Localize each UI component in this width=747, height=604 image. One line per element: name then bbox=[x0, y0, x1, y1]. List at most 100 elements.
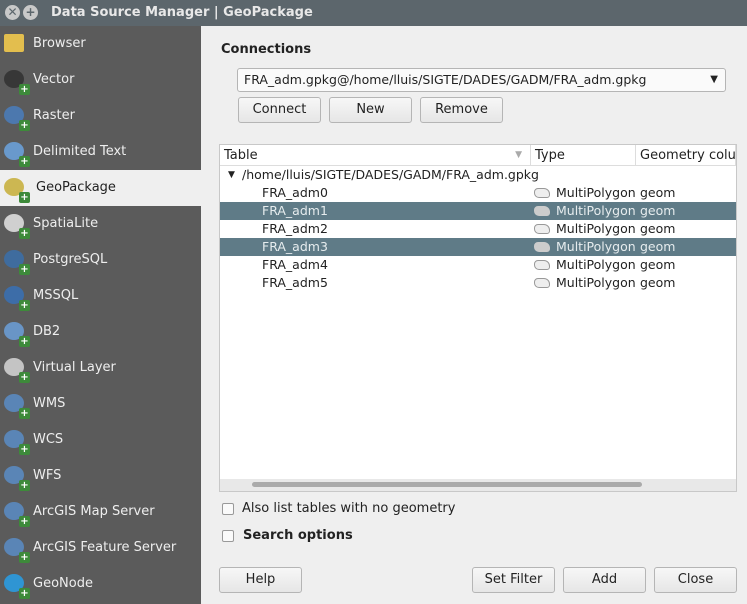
sidebar-item-label: GeoNode bbox=[33, 576, 93, 591]
title-bar: ✕ + Data Source Manager | GeoPackage bbox=[0, 0, 747, 26]
sidebar-item-label: WFS bbox=[33, 468, 62, 483]
geometry-type: MultiPolygon bbox=[556, 257, 636, 272]
sidebar-item-label: DB2 bbox=[33, 324, 61, 339]
search-options-label: Search options bbox=[243, 528, 353, 543]
sidebar: Browser + Vector + Raster + Delimited Text + Geo… bbox=[0, 26, 201, 604]
polygon-icon bbox=[534, 260, 550, 270]
sidebar-item-label: Vector bbox=[33, 72, 75, 87]
search-options-checkbox[interactable] bbox=[222, 530, 234, 542]
table-row[interactable]: FRA_adm2 MultiPolygon geom bbox=[220, 220, 736, 238]
delimited-text-icon: + bbox=[2, 139, 30, 167]
table-name: FRA_adm2 bbox=[262, 221, 328, 236]
geometry-column: geom bbox=[640, 221, 676, 236]
polygon-icon bbox=[534, 242, 550, 252]
geometry-column: geom bbox=[640, 239, 676, 254]
connection-select[interactable]: FRA_adm.gpkg@/home/lluis/SIGTE/DADES/GAD… bbox=[237, 68, 726, 92]
geometry-type: MultiPolygon bbox=[556, 185, 636, 200]
sidebar-item-label: Browser bbox=[33, 36, 86, 51]
scrollbar-thumb[interactable] bbox=[252, 482, 642, 487]
connection-value: FRA_adm.gpkg@/home/lluis/SIGTE/DADES/GAD… bbox=[244, 72, 647, 87]
arcgis-map-server-icon: + bbox=[2, 499, 30, 527]
table-row[interactable]: FRA_adm0 MultiPolygon geom bbox=[220, 184, 736, 202]
geometry-type: MultiPolygon bbox=[556, 275, 636, 290]
folder-icon bbox=[2, 31, 28, 57]
table-name: FRA_adm1 bbox=[262, 203, 328, 218]
help-button[interactable]: Help bbox=[219, 567, 302, 593]
new-button[interactable]: New bbox=[329, 97, 412, 123]
sidebar-item-mssql[interactable]: + MSSQL bbox=[0, 278, 201, 314]
close-button[interactable]: Close bbox=[654, 567, 737, 593]
geonode-icon: + bbox=[2, 571, 30, 599]
sidebar-item-label: ArcGIS Feature Server bbox=[33, 540, 177, 555]
sidebar-item-label: ArcGIS Map Server bbox=[33, 504, 155, 519]
table-row[interactable]: FRA_adm3 MultiPolygon geom bbox=[220, 238, 736, 256]
wms-icon: + bbox=[2, 391, 30, 419]
sidebar-item-virtual-layer[interactable]: + Virtual Layer bbox=[0, 350, 201, 386]
expand-arrow-icon[interactable]: ▼ bbox=[228, 166, 235, 184]
sidebar-item-wcs[interactable]: + WCS bbox=[0, 422, 201, 458]
db2-icon: + bbox=[2, 319, 30, 347]
sidebar-item-label: Virtual Layer bbox=[33, 360, 116, 375]
sidebar-item-label: Delimited Text bbox=[33, 144, 127, 159]
table-row[interactable]: FRA_adm1 MultiPolygon geom bbox=[220, 202, 736, 220]
sidebar-item-arcgis-map-server[interactable]: + ArcGIS Map Server bbox=[0, 494, 201, 530]
wfs-icon: + bbox=[2, 463, 30, 491]
sidebar-item-vector[interactable]: + Vector bbox=[0, 62, 201, 98]
sidebar-item-geonode[interactable]: + GeoNode bbox=[0, 566, 201, 602]
polygon-icon bbox=[534, 278, 550, 288]
polygon-icon bbox=[534, 206, 550, 216]
sidebar-item-delimited-text[interactable]: + Delimited Text bbox=[0, 134, 201, 170]
sort-icon: ▼ bbox=[515, 150, 522, 160]
sidebar-item-arcgis-feature-server[interactable]: + ArcGIS Feature Server bbox=[0, 530, 201, 566]
sidebar-item-db2[interactable]: + DB2 bbox=[0, 314, 201, 350]
arcgis-feature-server-icon: + bbox=[2, 535, 30, 563]
spatialite-icon: + bbox=[2, 211, 30, 239]
table-row[interactable]: FRA_adm4 MultiPolygon geom bbox=[220, 256, 736, 274]
sidebar-item-label: GeoPackage bbox=[36, 180, 116, 195]
sidebar-item-raster[interactable]: + Raster bbox=[0, 98, 201, 134]
window-title: Data Source Manager | GeoPackage bbox=[51, 5, 313, 20]
set-filter-button[interactable]: Set Filter bbox=[472, 567, 555, 593]
geopackage-icon: + bbox=[2, 175, 30, 203]
table-name: FRA_adm0 bbox=[262, 185, 328, 200]
raster-icon: + bbox=[2, 103, 30, 131]
sidebar-item-geopackage[interactable]: + GeoPackage bbox=[0, 170, 201, 206]
sidebar-item-label: WCS bbox=[33, 432, 64, 447]
sidebar-item-label: Raster bbox=[33, 108, 75, 123]
table-name: FRA_adm5 bbox=[262, 275, 328, 290]
table-row[interactable]: FRA_adm5 MultiPolygon geom bbox=[220, 274, 736, 292]
sidebar-item-postgresql[interactable]: + PostgreSQL bbox=[0, 242, 201, 278]
chevron-down-icon: ▼ bbox=[710, 74, 718, 85]
remove-button[interactable]: Remove bbox=[420, 97, 503, 123]
polygon-icon bbox=[534, 224, 550, 234]
sidebar-item-spatialite[interactable]: + SpatiaLite bbox=[0, 206, 201, 242]
sidebar-item-label: PostgreSQL bbox=[33, 252, 108, 267]
no-geometry-label: Also list tables with no geometry bbox=[242, 501, 456, 516]
header-table[interactable]: Table ▼ bbox=[220, 145, 531, 166]
postgresql-icon: + bbox=[2, 247, 30, 275]
header-label: Table bbox=[224, 148, 258, 163]
sidebar-item-wfs[interactable]: + WFS bbox=[0, 458, 201, 494]
connect-button[interactable]: Connect bbox=[238, 97, 321, 123]
close-window-icon[interactable]: ✕ bbox=[5, 5, 20, 20]
sidebar-item-wms[interactable]: + WMS bbox=[0, 386, 201, 422]
geometry-type: MultiPolygon bbox=[556, 239, 636, 254]
tables-tree[interactable]: Table ▼ Type Geometry colur ▼ /home/lluis… bbox=[219, 144, 737, 492]
geometry-column: geom bbox=[640, 203, 676, 218]
geometry-type: MultiPolygon bbox=[556, 221, 636, 236]
maximize-window-icon[interactable]: + bbox=[23, 5, 38, 20]
wcs-icon: + bbox=[2, 427, 30, 455]
no-geometry-checkbox[interactable] bbox=[222, 503, 234, 515]
vector-icon: + bbox=[2, 67, 30, 95]
geometry-column: geom bbox=[640, 275, 676, 290]
header-type[interactable]: Type bbox=[531, 145, 636, 166]
root-path: /home/lluis/SIGTE/DADES/GADM/FRA_adm.gpk… bbox=[242, 167, 539, 182]
sidebar-item-label: SpatiaLite bbox=[33, 216, 99, 231]
sidebar-item-browser[interactable]: Browser bbox=[0, 26, 201, 62]
add-button[interactable]: Add bbox=[563, 567, 646, 593]
horizontal-scrollbar[interactable] bbox=[220, 479, 736, 491]
header-geometry[interactable]: Geometry colur bbox=[636, 145, 736, 166]
tree-root[interactable]: ▼ /home/lluis/SIGTE/DADES/GADM/FRA_adm.g… bbox=[220, 166, 736, 184]
sidebar-item-label: WMS bbox=[33, 396, 66, 411]
polygon-icon bbox=[534, 188, 550, 198]
